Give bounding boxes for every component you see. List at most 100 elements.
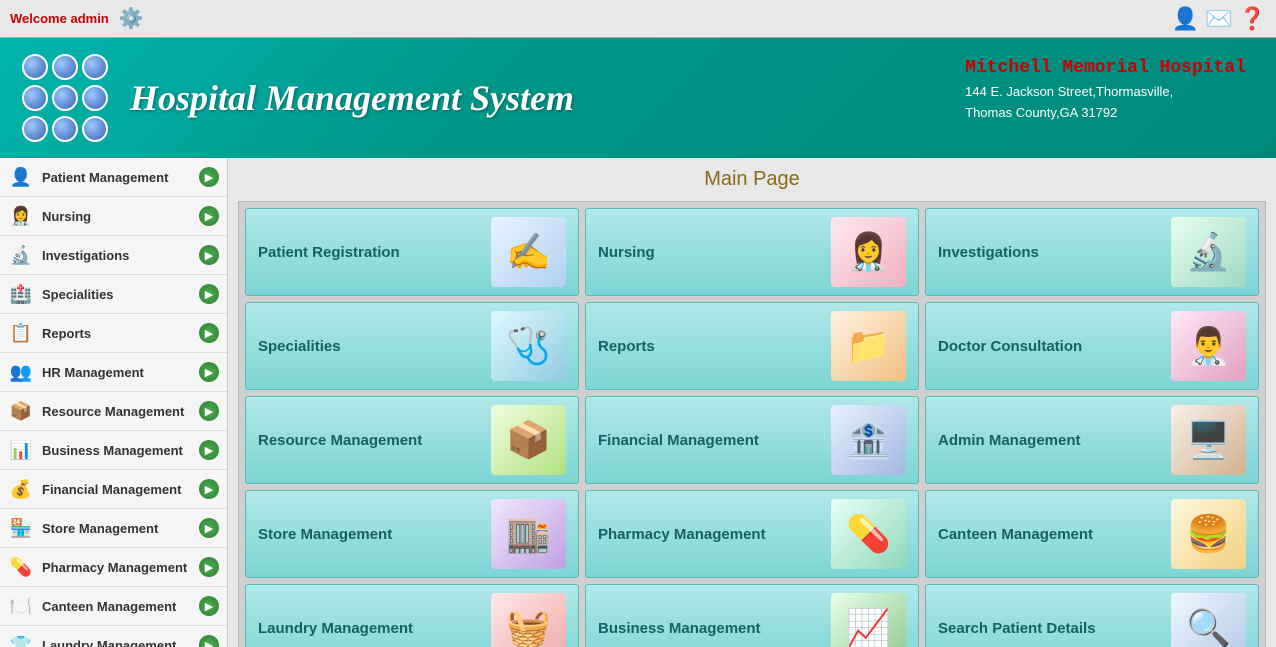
- sidebar-item-canteen-management[interactable]: 🍽️ Canteen Management ▶: [0, 587, 227, 626]
- sidebar-label-laundry-management: Laundry Management: [42, 638, 199, 647]
- grid-cell-patient-registration[interactable]: Patient Registration ✍️: [245, 208, 579, 296]
- sidebar: 👤 Patient Management ▶ 👩‍⚕️ Nursing ▶ 🔬 …: [0, 158, 228, 647]
- mail-icon[interactable]: ✉️: [1205, 6, 1232, 32]
- sidebar-icon-resource-management: 📦: [8, 398, 34, 424]
- header: Hospital Management System Mitchell Memo…: [0, 38, 1276, 158]
- sidebar-arrow-resource-management[interactable]: ▶: [199, 401, 219, 421]
- grid-icon-nursing: 👩‍⚕️: [846, 231, 891, 273]
- grid-label-resource-management: Resource Management: [258, 432, 422, 449]
- sidebar-icon-financial-management: 💰: [8, 476, 34, 502]
- app-title: Hospital Management System: [130, 77, 574, 119]
- sidebar-arrow-specialities[interactable]: ▶: [199, 284, 219, 304]
- sidebar-label-nursing: Nursing: [42, 209, 199, 224]
- grid-cell-store-management[interactable]: Store Management 🏬: [245, 490, 579, 578]
- grid-label-specialities: Specialities: [258, 338, 341, 355]
- logo: [20, 53, 110, 143]
- grid-label-reports: Reports: [598, 338, 655, 355]
- grid-img-nursing: 👩‍⚕️: [831, 217, 906, 287]
- sidebar-icon-investigations: 🔬: [8, 242, 34, 268]
- sidebar-arrow-reports[interactable]: ▶: [199, 323, 219, 343]
- grid-cell-financial-management[interactable]: Financial Management 🏦: [585, 396, 919, 484]
- sidebar-arrow-hr-management[interactable]: ▶: [199, 362, 219, 382]
- grid-label-pharmacy-management: Pharmacy Management: [598, 526, 766, 543]
- grid-img-reports: 📁: [831, 311, 906, 381]
- grid-label-search-patient: Search Patient Details: [938, 620, 1096, 637]
- grid-icon-pharmacy-management: 💊: [846, 513, 891, 555]
- grid-label-admin-management: Admin Management: [938, 432, 1081, 449]
- sidebar-arrow-laundry-management[interactable]: ▶: [199, 635, 219, 647]
- grid-img-search-patient: 🔍: [1171, 593, 1246, 647]
- sidebar-arrow-patient-management[interactable]: ▶: [199, 167, 219, 187]
- sidebar-item-patient-management[interactable]: 👤 Patient Management ▶: [0, 158, 227, 197]
- grid-cell-pharmacy-management[interactable]: Pharmacy Management 💊: [585, 490, 919, 578]
- sidebar-arrow-financial-management[interactable]: ▶: [199, 479, 219, 499]
- grid-label-store-management: Store Management: [258, 526, 392, 543]
- grid-label-patient-registration: Patient Registration: [258, 244, 400, 261]
- welcome-label: Welcome admin: [10, 11, 109, 26]
- page-title: Main Page: [238, 168, 1266, 191]
- user-icon[interactable]: 👤: [1172, 6, 1199, 32]
- sidebar-item-nursing[interactable]: 👩‍⚕️ Nursing ▶: [0, 197, 227, 236]
- sidebar-arrow-investigations[interactable]: ▶: [199, 245, 219, 265]
- grid-icon-specialities: 🩺: [506, 325, 551, 367]
- sidebar-item-business-management[interactable]: 📊 Business Management ▶: [0, 431, 227, 470]
- sidebar-icon-pharmacy-management: 💊: [8, 554, 34, 580]
- sidebar-arrow-store-management[interactable]: ▶: [199, 518, 219, 538]
- sidebar-item-resource-management[interactable]: 📦 Resource Management ▶: [0, 392, 227, 431]
- grid-cell-nursing[interactable]: Nursing 👩‍⚕️: [585, 208, 919, 296]
- sidebar-label-hr-management: HR Management: [42, 365, 199, 380]
- topbar: Welcome admin ⚙️ 👤 ✉️ ❓: [0, 0, 1276, 38]
- sidebar-icon-store-management: 🏪: [8, 515, 34, 541]
- grid-img-patient-registration: ✍️: [491, 217, 566, 287]
- sidebar-item-specialities[interactable]: 🏥 Specialities ▶: [0, 275, 227, 314]
- sidebar-icon-hr-management: 👥: [8, 359, 34, 385]
- sidebar-arrow-nursing[interactable]: ▶: [199, 206, 219, 226]
- hospital-address: 144 E. Jackson Street,Thormasville, Thom…: [965, 82, 1246, 124]
- sidebar-icon-specialities: 🏥: [8, 281, 34, 307]
- settings-icon[interactable]: ⚙️: [119, 8, 144, 30]
- grid-cell-search-patient[interactable]: Search Patient Details 🔍: [925, 584, 1259, 647]
- grid-cell-investigations[interactable]: Investigations 🔬: [925, 208, 1259, 296]
- grid-img-specialities: 🩺: [491, 311, 566, 381]
- grid-cell-laundry-management[interactable]: Laundry Management 🧺: [245, 584, 579, 647]
- grid-label-financial-management: Financial Management: [598, 432, 759, 449]
- grid-cell-doctor-consultation[interactable]: Doctor Consultation 👨‍⚕️: [925, 302, 1259, 390]
- sidebar-arrow-pharmacy-management[interactable]: ▶: [199, 557, 219, 577]
- main-layout: 👤 Patient Management ▶ 👩‍⚕️ Nursing ▶ 🔬 …: [0, 158, 1276, 647]
- grid-cell-business-management[interactable]: Business Management 📈: [585, 584, 919, 647]
- grid-label-doctor-consultation: Doctor Consultation: [938, 338, 1082, 355]
- sidebar-label-specialities: Specialities: [42, 287, 199, 302]
- grid-cell-specialities[interactable]: Specialities 🩺: [245, 302, 579, 390]
- grid-icon-financial-management: 🏦: [846, 419, 891, 461]
- grid-icon-reports: 📁: [846, 325, 891, 367]
- grid-icon-doctor-consultation: 👨‍⚕️: [1186, 325, 1231, 367]
- grid-icon-store-management: 🏬: [506, 513, 551, 555]
- grid-img-financial-management: 🏦: [831, 405, 906, 475]
- grid-label-laundry-management: Laundry Management: [258, 620, 413, 637]
- grid-icon-admin-management: 🖥️: [1186, 419, 1231, 461]
- sidebar-item-financial-management[interactable]: 💰 Financial Management ▶: [0, 470, 227, 509]
- sidebar-arrow-canteen-management[interactable]: ▶: [199, 596, 219, 616]
- grid-label-business-management: Business Management: [598, 620, 761, 637]
- sidebar-item-reports[interactable]: 📋 Reports ▶: [0, 314, 227, 353]
- sidebar-arrow-business-management[interactable]: ▶: [199, 440, 219, 460]
- help-icon[interactable]: ❓: [1239, 6, 1266, 32]
- grid-cell-canteen-management[interactable]: Canteen Management 🍔: [925, 490, 1259, 578]
- sidebar-label-resource-management: Resource Management: [42, 404, 199, 419]
- grid-img-business-management: 📈: [831, 593, 906, 647]
- grid-img-investigations: 🔬: [1171, 217, 1246, 287]
- sidebar-item-hr-management[interactable]: 👥 HR Management ▶: [0, 353, 227, 392]
- sidebar-label-pharmacy-management: Pharmacy Management: [42, 560, 199, 575]
- sidebar-icon-business-management: 📊: [8, 437, 34, 463]
- sidebar-item-investigations[interactable]: 🔬 Investigations ▶: [0, 236, 227, 275]
- sidebar-item-pharmacy-management[interactable]: 💊 Pharmacy Management ▶: [0, 548, 227, 587]
- sidebar-item-store-management[interactable]: 🏪 Store Management ▶: [0, 509, 227, 548]
- grid-img-pharmacy-management: 💊: [831, 499, 906, 569]
- grid-img-store-management: 🏬: [491, 499, 566, 569]
- sidebar-item-laundry-management[interactable]: 👕 Laundry Management ▶: [0, 626, 227, 647]
- grid-cell-admin-management[interactable]: Admin Management 🖥️: [925, 396, 1259, 484]
- sidebar-label-financial-management: Financial Management: [42, 482, 199, 497]
- grid-label-canteen-management: Canteen Management: [938, 526, 1093, 543]
- grid-cell-reports[interactable]: Reports 📁: [585, 302, 919, 390]
- grid-cell-resource-management[interactable]: Resource Management 📦: [245, 396, 579, 484]
